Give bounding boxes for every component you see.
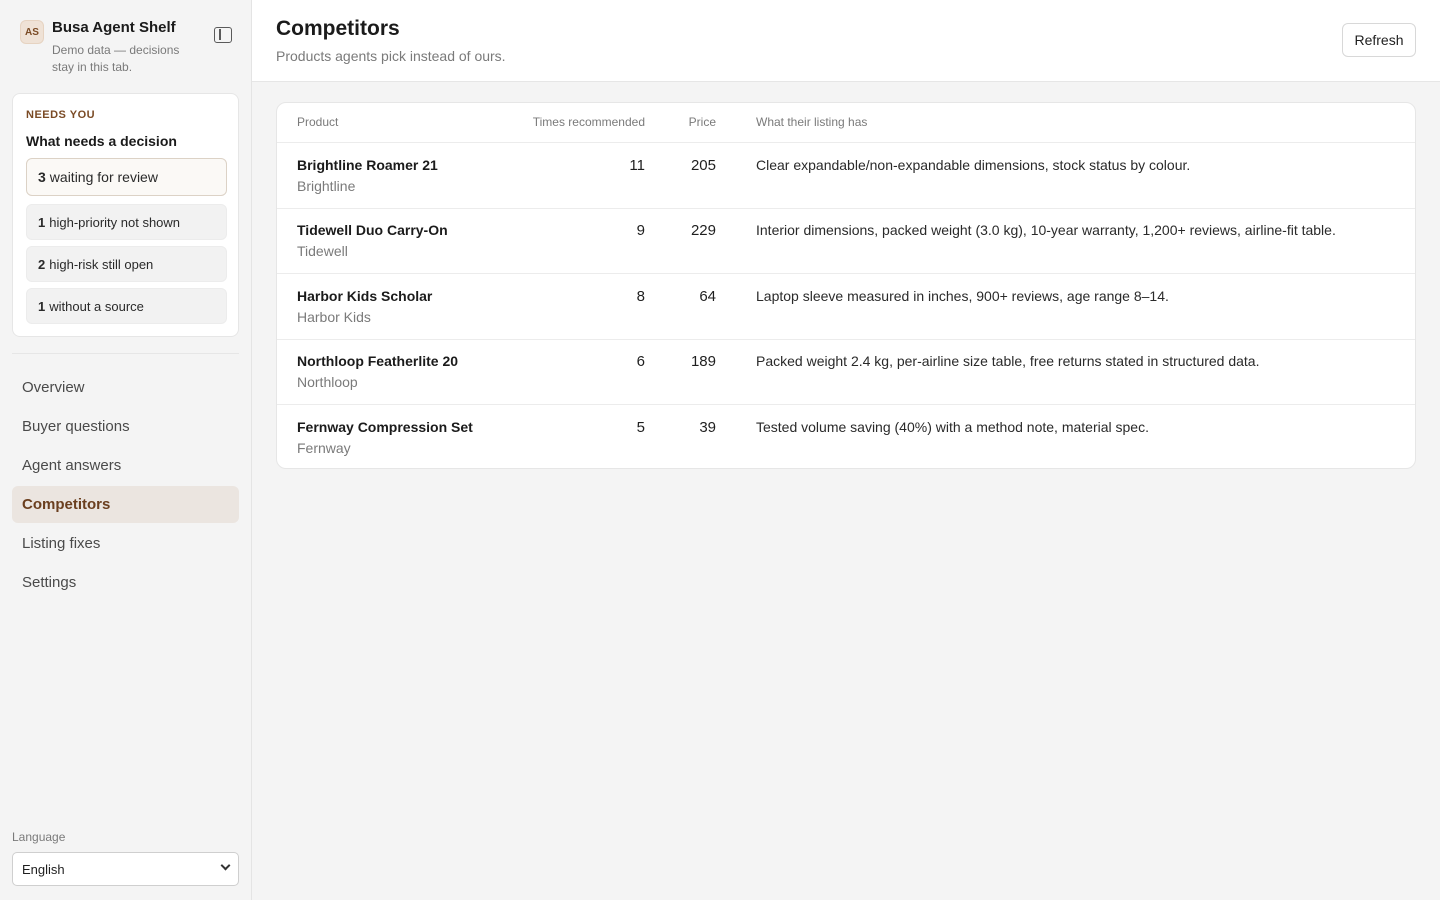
price: 64 xyxy=(699,288,716,305)
product-name: Harbor Kids Scholar xyxy=(297,288,433,304)
listing-features: Packed weight 2.4 kg, per-airline size t… xyxy=(756,353,1260,369)
product-brand: Harbor Kids xyxy=(297,309,371,325)
language-select[interactable]: English xyxy=(12,852,239,886)
sidebar-toggle-icon[interactable] xyxy=(214,27,232,43)
app-title: Busa Agent Shelf xyxy=(52,19,176,36)
needs-item-label: without a source xyxy=(49,298,144,314)
sidebar-item-listing-fixes[interactable]: Listing fixes xyxy=(12,525,239,562)
sidebar-item-overview[interactable]: Overview xyxy=(12,369,239,406)
needs-item-high-priority[interactable]: 1 high-priority not shown xyxy=(26,204,227,240)
sidebar-nav: Overview Buyer questions Agent answers C… xyxy=(12,369,239,603)
product-brand: Fernway xyxy=(297,440,351,456)
needs-item-count: 3 xyxy=(38,169,46,185)
times-recommended: 5 xyxy=(636,419,645,436)
price: 189 xyxy=(690,353,716,370)
needs-item-no-source[interactable]: 1 without a source xyxy=(26,288,227,324)
times-recommended: 11 xyxy=(629,157,645,174)
needs-item-label: waiting for review xyxy=(49,169,158,185)
brand: AS Busa Agent Shelf Demo data — decision… xyxy=(20,19,240,79)
product-name: Brightline Roamer 21 xyxy=(297,157,438,173)
sidebar: AS Busa Agent Shelf Demo data — decision… xyxy=(0,0,252,900)
table-row: Fernway Compression Set Fernway 5 39 Tes… xyxy=(277,405,1415,468)
listing-features: Tested volume saving (40%) with a method… xyxy=(756,419,1149,435)
table-row: Tidewell Duo Carry-On Tidewell 9 229 Int… xyxy=(277,208,1415,274)
listing-features: Laptop sleeve measured in inches, 900+ r… xyxy=(756,288,1169,304)
needs-item-label: high-priority not shown xyxy=(49,214,181,230)
table-row: Northloop Featherlite 20 Northloop 6 189… xyxy=(277,339,1415,405)
needs-item-count: 2 xyxy=(38,256,46,272)
column-header-product: Product xyxy=(297,115,339,129)
product-brand: Northloop xyxy=(297,374,358,390)
page-subtitle: Products agents pick instead of ours. xyxy=(276,48,506,64)
page-header: Competitors Products agents pick instead… xyxy=(252,0,1440,82)
sidebar-item-agent-answers[interactable]: Agent answers xyxy=(12,447,239,484)
times-recommended: 9 xyxy=(636,222,645,239)
product-brand: Brightline xyxy=(297,178,356,194)
needs-item-high-risk[interactable]: 2 high-risk still open xyxy=(26,246,227,282)
listing-features: Clear expandable/non-expandable dimensio… xyxy=(756,157,1191,173)
column-header-listing: What their listing has xyxy=(756,115,868,129)
product-name: Northloop Featherlite 20 xyxy=(297,353,459,369)
product-brand: Tidewell xyxy=(297,243,348,259)
competitors-table: Product Times recommended Price What the… xyxy=(276,102,1416,469)
listing-features: Interior dimensions, packed weight (3.0 … xyxy=(756,222,1336,238)
needs-item-label: high-risk still open xyxy=(49,256,154,272)
column-header-times: Times recommended xyxy=(532,115,645,129)
times-recommended: 8 xyxy=(636,288,645,305)
price: 39 xyxy=(699,419,716,436)
app-subtitle: Demo data — decisions stay in this tab. xyxy=(52,43,180,74)
needs-you-card: NEEDS YOU What needs a decision 3 waitin… xyxy=(12,93,239,337)
needs-item-count: 1 xyxy=(38,298,46,314)
column-header-price: Price xyxy=(688,115,716,129)
product-name: Fernway Compression Set xyxy=(297,419,473,435)
table-row: Brightline Roamer 21 Brightline 11 205 C… xyxy=(277,143,1415,209)
page-title: Competitors xyxy=(276,17,400,40)
avatar: AS xyxy=(20,20,44,44)
table-header: Product Times recommended Price What the… xyxy=(277,103,1415,143)
needs-eyebrow: NEEDS YOU xyxy=(26,109,96,121)
product-name: Tidewell Duo Carry-On xyxy=(297,222,448,238)
price: 205 xyxy=(690,157,716,174)
price: 229 xyxy=(690,222,716,239)
needs-item-count: 1 xyxy=(38,214,46,230)
refresh-button[interactable]: Refresh xyxy=(1342,23,1416,57)
sidebar-item-competitors[interactable]: Competitors xyxy=(12,486,239,523)
language-label: Language xyxy=(12,830,66,844)
needs-title: What needs a decision xyxy=(26,133,177,149)
sidebar-item-settings[interactable]: Settings xyxy=(12,564,239,601)
table-row: Harbor Kids Scholar Harbor Kids 8 64 Lap… xyxy=(277,274,1415,340)
sidebar-divider xyxy=(12,353,239,354)
needs-item-waiting-review[interactable]: 3 waiting for review xyxy=(26,158,227,196)
sidebar-item-buyer-questions[interactable]: Buyer questions xyxy=(12,408,239,445)
times-recommended: 6 xyxy=(636,353,645,370)
